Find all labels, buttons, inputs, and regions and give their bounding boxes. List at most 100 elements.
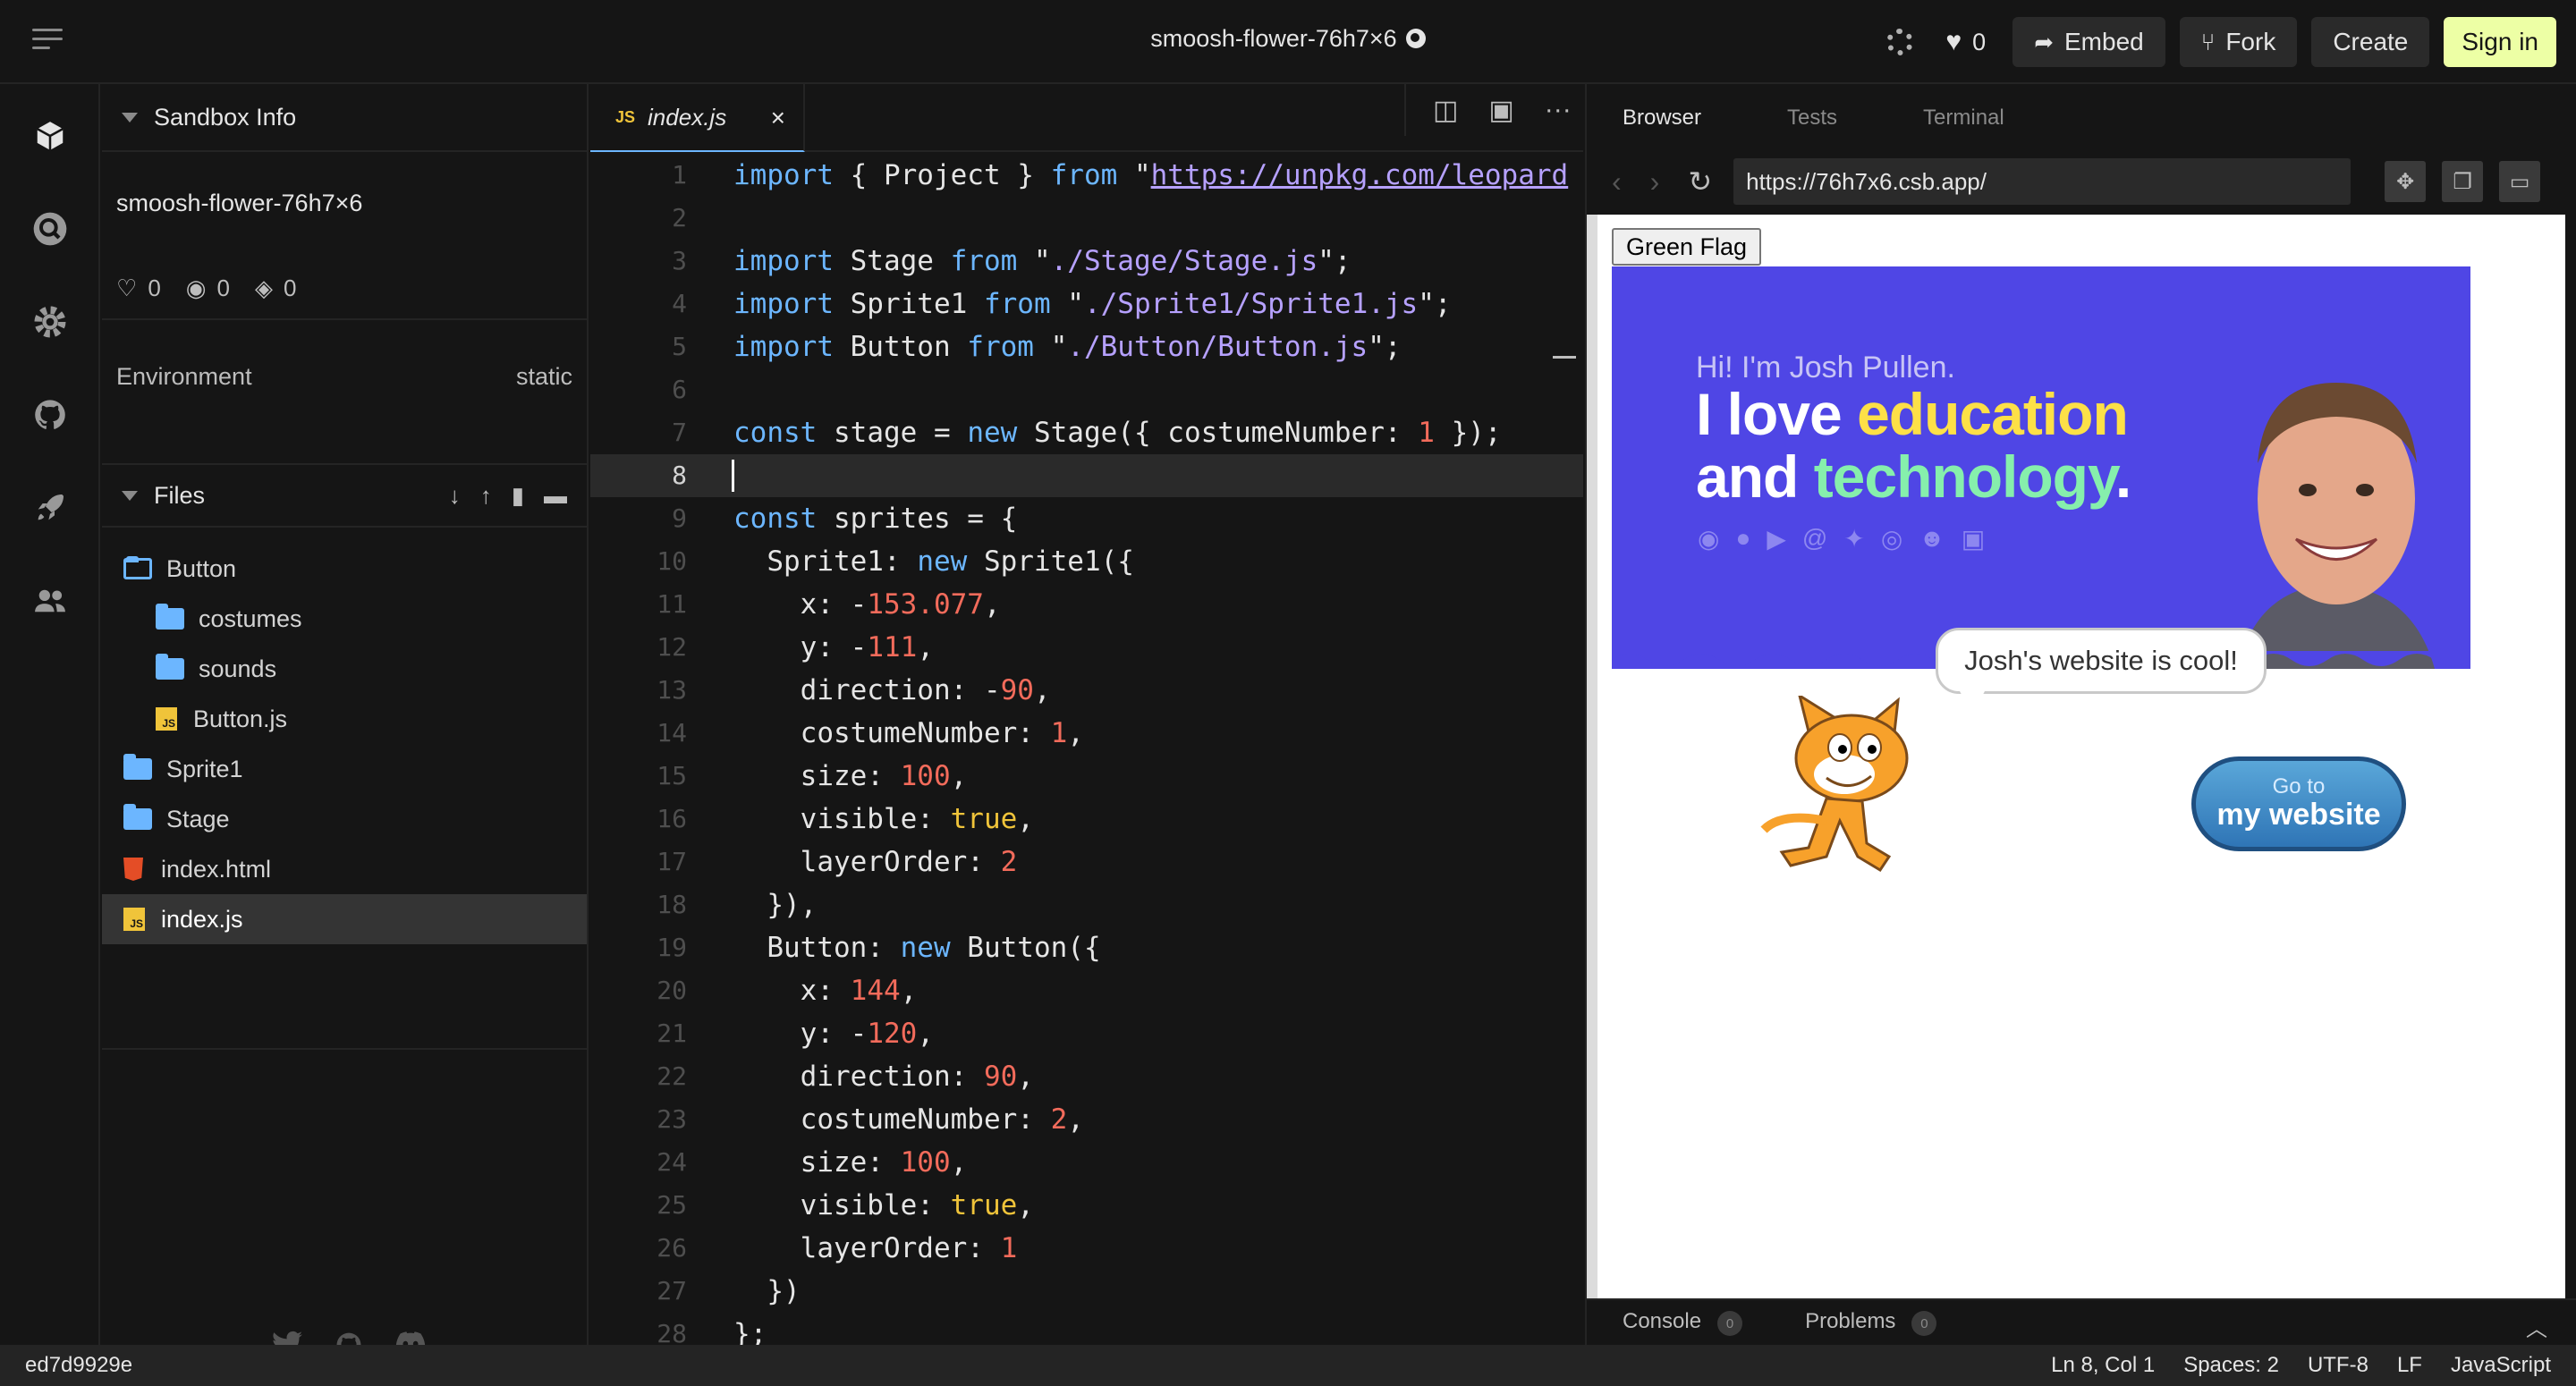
file-tree-item[interactable]: Button bbox=[102, 544, 587, 594]
tab-browser[interactable]: Browser bbox=[1623, 106, 1701, 131]
line-number: 20 bbox=[657, 976, 687, 1005]
code-text: costumeNumber: 1, bbox=[733, 712, 1084, 755]
sign-in-button[interactable]: Sign in bbox=[2444, 17, 2556, 67]
code-line[interactable]: 3 import Stage from "./Stage/Stage.js"; bbox=[590, 240, 1583, 283]
code-line[interactable]: 19 Button: new Button({ bbox=[590, 926, 1583, 969]
like-button[interactable]: ♥ 0 bbox=[1945, 27, 1986, 57]
reload-icon[interactable]: ↻ bbox=[1688, 165, 1712, 199]
problems-tab[interactable]: Problems 0 bbox=[1805, 1309, 1937, 1337]
editor-tab-index-js[interactable]: JS index.js × bbox=[590, 84, 805, 152]
code-line[interactable]: 9 const sprites = { bbox=[590, 497, 1583, 540]
code-token: Stage({ costumeNumber: bbox=[1017, 417, 1419, 449]
code-line[interactable]: 17 layerOrder: 2 bbox=[590, 841, 1583, 883]
code-text: x: 144, bbox=[733, 969, 918, 1012]
preview-iframe[interactable]: Green Flag Hi! I'm Josh Pullen. I love e… bbox=[1587, 215, 2565, 1298]
code-line[interactable]: 4 import Sprite1 from "./Sprite1/Sprite1.… bbox=[590, 283, 1583, 325]
split-view-icon[interactable]: ◫ bbox=[1433, 95, 1458, 126]
code-area[interactable]: 1 import { Project } from "https://unpkg.… bbox=[590, 154, 1583, 1345]
code-token: ./Sprite1/Sprite1.js bbox=[1083, 288, 1419, 320]
language-mode[interactable]: JavaScript bbox=[2451, 1353, 2551, 1378]
console-tab[interactable]: Console 0 bbox=[1623, 1309, 1743, 1337]
editor-actions: ◫ ▣ ··· bbox=[1404, 84, 1572, 136]
back-icon[interactable]: ‹ bbox=[1612, 165, 1622, 199]
file-tree-item[interactable]: JS index.js bbox=[102, 894, 587, 944]
settings-gear-icon[interactable] bbox=[1886, 29, 1914, 55]
file-tree-item[interactable]: costumes bbox=[102, 594, 587, 644]
line-number: 12 bbox=[657, 632, 687, 662]
file-tree-item[interactable]: sounds bbox=[102, 644, 587, 694]
code-line[interactable]: 14 costumeNumber: 1, bbox=[590, 712, 1583, 755]
code-token: x: bbox=[733, 975, 851, 1007]
status-bar: ed7d9929e Ln 8, Col 1 Spaces: 2 UTF-8 LF… bbox=[0, 1345, 2576, 1386]
file-tree-item[interactable]: JS Button.js bbox=[102, 694, 587, 744]
encoding[interactable]: UTF-8 bbox=[2308, 1353, 2368, 1378]
code-line[interactable]: 1 import { Project } from "https://unpkg.… bbox=[590, 154, 1583, 197]
headline-part: and bbox=[1696, 444, 1814, 510]
file-tree-label: costumes bbox=[199, 604, 302, 632]
users-icon[interactable] bbox=[32, 583, 68, 619]
code-line[interactable]: 27 }) bbox=[590, 1270, 1583, 1313]
cube-icon[interactable] bbox=[32, 118, 68, 154]
code-line[interactable]: 15 size: 100, bbox=[590, 755, 1583, 798]
code-line[interactable]: 10 Sprite1: new Sprite1({ bbox=[590, 540, 1583, 583]
code-line[interactable]: 5 import Button from "./Button/Button.js"… bbox=[590, 325, 1583, 368]
preview-window-icon[interactable]: ▣ bbox=[1488, 95, 1513, 126]
devtools-icon[interactable]: ✥ bbox=[2385, 161, 2427, 202]
chevron-up-icon[interactable]: ︿ bbox=[2526, 1311, 2547, 1342]
embed-button[interactable]: ➦ Embed bbox=[2012, 17, 2165, 67]
download-icon[interactable]: ↓ bbox=[449, 482, 461, 510]
code-line[interactable]: 7 const stage = new Stage({ costumeNumber… bbox=[590, 411, 1583, 454]
file-tree-item[interactable]: index.html bbox=[102, 844, 587, 894]
tab-terminal[interactable]: Terminal bbox=[1923, 106, 2004, 131]
search-icon[interactable] bbox=[32, 211, 68, 247]
github-icon[interactable] bbox=[32, 397, 68, 433]
code-line[interactable]: 8 bbox=[590, 454, 1583, 497]
upload-icon[interactable]: ↑ bbox=[480, 482, 492, 510]
rocket-icon[interactable] bbox=[32, 490, 68, 526]
code-token: }), bbox=[733, 889, 818, 921]
scratch-stage[interactable]: Hi! I'm Josh Pullen. I love education an… bbox=[1612, 266, 2470, 910]
code-line[interactable]: 6 bbox=[590, 368, 1583, 411]
code-line[interactable]: 20 x: 144, bbox=[590, 969, 1583, 1012]
close-tab-icon[interactable]: × bbox=[771, 104, 785, 132]
code-line[interactable]: 16 visible: true, bbox=[590, 798, 1583, 841]
code-line[interactable]: 22 direction: 90, bbox=[590, 1055, 1583, 1098]
sidebar: Sandbox Info smoosh-flower-76h7×6 ♡ 0 ◉ 0 … bbox=[102, 84, 589, 1356]
code-line[interactable]: 28}; bbox=[590, 1313, 1583, 1345]
code-line[interactable]: 25 visible: true, bbox=[590, 1184, 1583, 1227]
code-token: sprites = { bbox=[817, 503, 1018, 535]
code-line[interactable]: 13 direction: -90, bbox=[590, 669, 1583, 712]
create-button[interactable]: Create bbox=[2311, 17, 2430, 67]
new-file-icon[interactable]: ▮ bbox=[512, 482, 524, 510]
green-flag-button[interactable]: Green Flag bbox=[1612, 228, 1762, 266]
line-ending[interactable]: LF bbox=[2397, 1353, 2422, 1378]
cursor-position[interactable]: Ln 8, Col 1 bbox=[2051, 1353, 2155, 1378]
code-line[interactable]: 21 y: -120, bbox=[590, 1012, 1583, 1055]
code-line[interactable]: 26 layerOrder: 1 bbox=[590, 1227, 1583, 1270]
indent-setting[interactable]: Spaces: 2 bbox=[2183, 1353, 2279, 1378]
scratch-cat-sprite[interactable] bbox=[1755, 696, 1934, 892]
code-line[interactable]: 11 x: -153.077, bbox=[590, 583, 1583, 626]
file-tree-item[interactable]: Sprite1 bbox=[102, 744, 587, 794]
url-input[interactable]: https://76h7x6.csb.app/ bbox=[1733, 158, 2351, 205]
line-number: 8 bbox=[672, 461, 687, 490]
tab-tests[interactable]: Tests bbox=[1787, 106, 1837, 131]
gear-icon[interactable] bbox=[32, 304, 68, 340]
file-tree-item[interactable]: Stage bbox=[102, 794, 587, 844]
code-line[interactable]: 2 bbox=[590, 197, 1583, 240]
open-new-window-icon[interactable]: ❐ bbox=[2442, 161, 2484, 202]
code-text: Button: new Button({ bbox=[733, 926, 1100, 969]
code-line[interactable]: 23 costumeNumber: 2, bbox=[590, 1098, 1583, 1141]
code-text: visible: true, bbox=[733, 798, 1034, 841]
responsive-view-icon[interactable]: ▭ bbox=[2499, 161, 2541, 202]
more-options-icon[interactable]: ··· bbox=[1545, 95, 1572, 125]
go-to-website-button[interactable]: Go to my website bbox=[2191, 756, 2406, 851]
fork-button[interactable]: ⑂ Fork bbox=[2179, 17, 2298, 67]
sandbox-info-header[interactable]: Sandbox Info bbox=[102, 84, 587, 152]
code-line[interactable]: 18 }), bbox=[590, 883, 1583, 926]
code-line[interactable]: 12 y: -111, bbox=[590, 626, 1583, 669]
new-folder-icon[interactable]: ▬ bbox=[544, 482, 567, 510]
code-line[interactable]: 24 size: 100, bbox=[590, 1141, 1583, 1184]
files-header[interactable]: Files ↓ ↑ ▮ ▬ bbox=[102, 463, 587, 528]
forward-icon[interactable]: › bbox=[1650, 165, 1660, 199]
